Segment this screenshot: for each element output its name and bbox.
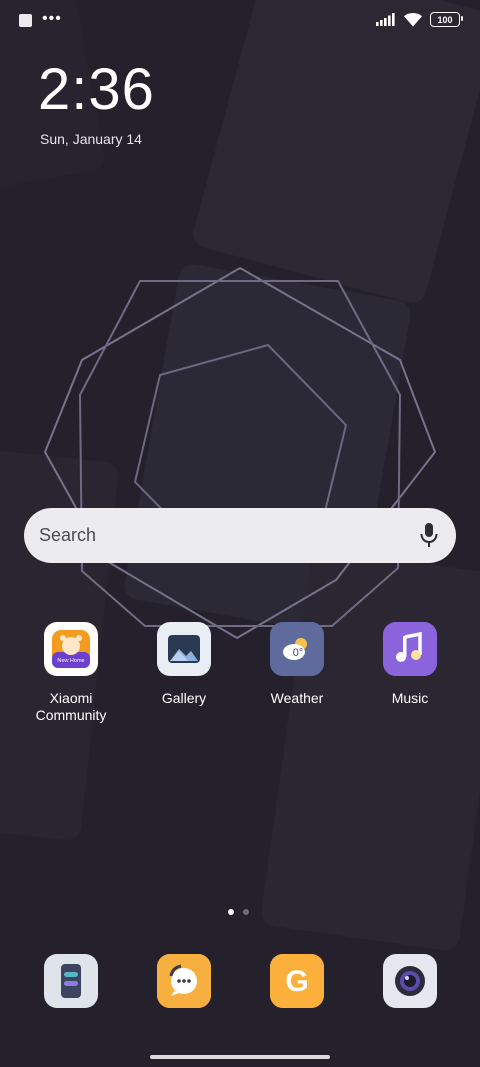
xiaomi-badge-text: New Home bbox=[57, 658, 84, 664]
gallery-icon[interactable] bbox=[157, 622, 211, 676]
app-label: Weather bbox=[270, 690, 324, 706]
dock: G bbox=[0, 954, 480, 1010]
page-indicator[interactable] bbox=[228, 909, 249, 915]
xiaomi-community-icon[interactable]: New Home bbox=[44, 622, 98, 676]
app-xiaomi-community[interactable]: New Home Xiaomi Community bbox=[16, 622, 126, 724]
gesture-handle[interactable] bbox=[150, 1055, 330, 1059]
music-icon[interactable] bbox=[383, 622, 437, 676]
file-manager-icon[interactable] bbox=[44, 954, 98, 1008]
search-placeholder: Search bbox=[39, 525, 97, 545]
dock-getapps[interactable]: G bbox=[242, 954, 352, 1008]
camera-icon[interactable] bbox=[383, 954, 437, 1008]
clock-date[interactable]: Sun, January 14 bbox=[40, 131, 142, 147]
messages-icon[interactable] bbox=[157, 954, 211, 1008]
dock-camera[interactable] bbox=[355, 954, 465, 1008]
battery-icon: 100 bbox=[430, 12, 463, 27]
app-music[interactable]: Music bbox=[355, 622, 465, 707]
getapps-icon[interactable]: G bbox=[270, 954, 324, 1008]
signal-icon bbox=[376, 13, 395, 26]
weather-icon[interactable]: 0° bbox=[270, 622, 324, 676]
search-bar[interactable]: Search bbox=[24, 508, 456, 563]
app-label: Gallery bbox=[161, 690, 207, 706]
app-label: Xiaomi Community bbox=[35, 690, 107, 723]
weather-temp: 0° bbox=[293, 647, 304, 659]
app-gallery[interactable]: Gallery bbox=[129, 622, 239, 707]
battery-level: 100 bbox=[437, 14, 453, 25]
getapps-letter: G bbox=[285, 965, 308, 998]
app-label: Music bbox=[391, 690, 429, 706]
notification-square-icon bbox=[19, 14, 32, 27]
dock-messages[interactable] bbox=[129, 954, 239, 1008]
status-bar: ••• 100 bbox=[0, 0, 480, 42]
more-dots-icon: ••• bbox=[42, 9, 62, 27]
app-weather[interactable]: 0° Weather bbox=[242, 622, 352, 707]
dock-file-manager[interactable] bbox=[16, 954, 126, 1008]
clock-time[interactable]: 2:36 bbox=[38, 55, 155, 125]
page-dot[interactable] bbox=[243, 909, 249, 915]
wifi-icon bbox=[404, 13, 422, 27]
page-dot-active[interactable] bbox=[228, 909, 234, 915]
microphone-icon[interactable] bbox=[419, 522, 439, 548]
